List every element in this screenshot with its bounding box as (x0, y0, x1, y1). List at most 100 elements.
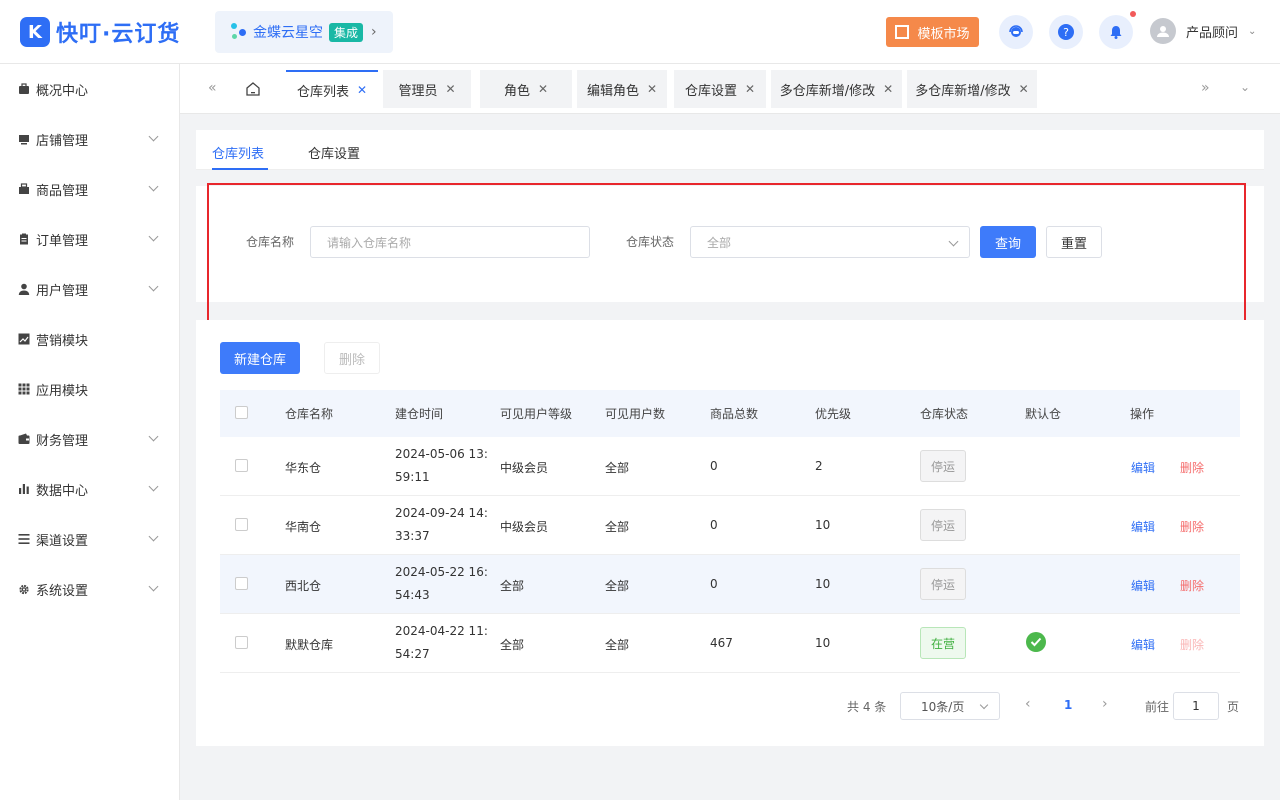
warehouse-status-select[interactable]: 全部 (690, 226, 970, 258)
tab-edit-role[interactable]: 编辑角色 ✕ (577, 70, 667, 108)
cell-priority: 2 (815, 459, 823, 473)
table-row[interactable]: 华南仓 2024-09-24 14: 33:37 中级会员 全部 0 10 停运… (220, 496, 1240, 555)
kingdee-logo-icon (229, 21, 249, 43)
delete-link[interactable]: 删除 (1180, 518, 1204, 535)
sidebar-item-label: 财务管理 (36, 433, 89, 449)
close-icon[interactable]: ✕ (538, 82, 548, 96)
row-checkbox[interactable] (235, 459, 248, 472)
row-checkbox[interactable] (235, 518, 248, 531)
sidebar-item-system[interactable]: 系统设置 (0, 564, 179, 614)
prev-page-icon[interactable]: ‹ (1025, 696, 1031, 712)
cell-created-time: 54:43 (395, 588, 430, 602)
status-select-value: 全部 (707, 235, 732, 250)
sidebar-item-marketing[interactable]: 营销模块 (0, 314, 179, 364)
cell-level: 中级会员 (500, 520, 549, 534)
sidebar-item-apps[interactable]: 应用模块 (0, 364, 179, 414)
new-warehouse-button[interactable]: 新建仓库 (220, 342, 300, 374)
next-page-icon[interactable]: › (1102, 696, 1108, 712)
gear-icon (18, 583, 30, 595)
help-icon[interactable]: ? (1049, 15, 1083, 49)
delete-link[interactable]: 删除 (1180, 459, 1204, 476)
tab-label: 管理员 (398, 83, 438, 99)
tab-label: 编辑角色 (586, 83, 639, 99)
close-icon[interactable]: ✕ (357, 83, 367, 97)
reset-button[interactable]: 重置 (1046, 226, 1102, 258)
delete-link[interactable]: 删除 (1180, 577, 1204, 594)
cell-goods: 0 (710, 577, 718, 591)
edit-link[interactable]: 编辑 (1131, 459, 1155, 476)
status-badge[interactable]: 停运 (920, 568, 966, 600)
col-header-goods: 商品总数 (710, 407, 759, 421)
close-icon[interactable]: ✕ (647, 82, 657, 96)
sidebar-item-data[interactable]: 数据中心 (0, 464, 179, 514)
tab-label: 多仓库新增/修改 (915, 83, 1011, 99)
close-icon[interactable]: ✕ (883, 82, 893, 96)
table-row[interactable]: 默默仓库 2024-04-22 11: 54:27 全部 全部 467 10 在… (220, 614, 1240, 673)
tabs-menu-chevron-down-icon[interactable]: ⌄ (1240, 80, 1250, 94)
template-market-button[interactable]: 模板市场 (886, 17, 979, 47)
row-checkbox[interactable] (235, 636, 248, 649)
col-header-default: 默认仓 (1025, 407, 1062, 421)
briefcase-icon (18, 83, 30, 95)
home-icon[interactable] (244, 80, 262, 98)
status-badge[interactable]: 在营 (920, 627, 966, 659)
tab-warehouse-settings[interactable]: 仓库设置 ✕ (674, 70, 766, 108)
customer-service-icon[interactable] (999, 15, 1033, 49)
user-icon (18, 283, 30, 295)
default-check-icon (1026, 632, 1046, 652)
sidebar-item-label: 用户管理 (36, 283, 89, 299)
warehouse-name-input[interactable]: 请输入仓库名称 (310, 226, 590, 258)
select-all-checkbox[interactable] (235, 406, 248, 419)
sidebar-item-goods[interactable]: 商品管理 (0, 164, 179, 214)
tab-label: 多仓库新增/修改 (779, 83, 876, 99)
chevron-down-icon (148, 281, 159, 292)
chevron-down-icon (148, 231, 159, 242)
sidebar-item-channel[interactable]: 渠道设置 (0, 514, 179, 564)
delete-button[interactable]: 删除 (324, 342, 380, 374)
sidebar-item-label: 店铺管理 (36, 133, 89, 149)
sidebar-item-users[interactable]: 用户管理 (0, 264, 179, 314)
sidebar-item-finance[interactable]: 财务管理 (0, 414, 179, 464)
tab-multi-warehouse-edit[interactable]: 多仓库新增/修改 ✕ (771, 70, 902, 108)
box-icon (18, 183, 30, 195)
brand-logo[interactable]: K 快叮·云订货 (20, 16, 180, 48)
tab-admin[interactable]: 管理员 ✕ (383, 70, 471, 108)
wallet-icon (18, 433, 30, 445)
scroll-left-icon[interactable]: « (208, 80, 217, 96)
kingdee-integration-link[interactable]: 金蝶云星空 集成 › (215, 11, 393, 53)
page-size-select[interactable]: 10条/页 (900, 692, 1000, 720)
close-icon[interactable]: ✕ (445, 82, 455, 96)
edit-link[interactable]: 编辑 (1131, 518, 1155, 535)
sidebar-item-store[interactable]: 店铺管理 (0, 114, 179, 164)
sidebar-item-label: 数据中心 (36, 483, 89, 499)
sidebar-item-orders[interactable]: 订单管理 (0, 214, 179, 264)
edit-link[interactable]: 编辑 (1131, 636, 1155, 653)
row-checkbox[interactable] (235, 577, 248, 590)
query-button[interactable]: 查询 (980, 226, 1036, 258)
tab-label: 仓库设置 (684, 83, 737, 99)
user-name: 产品顾问 (1186, 25, 1239, 41)
tab-multi-warehouse-edit-2[interactable]: 多仓库新增/修改 ✕ (907, 70, 1037, 108)
cell-users: 全部 (605, 638, 630, 652)
page-number-current[interactable]: 1 (1064, 698, 1072, 712)
table-row[interactable]: 西北仓 2024-05-22 16: 54:43 全部 全部 0 10 停运 编… (220, 555, 1240, 614)
goto-page-input[interactable]: 1 (1173, 692, 1219, 720)
table-row[interactable]: 华东仓 2024-05-06 13: 59:11 中级会员 全部 0 2 停运 … (220, 437, 1240, 496)
tab-role[interactable]: 角色 ✕ (480, 70, 572, 108)
user-menu[interactable]: 产品顾问 ⌄ (1150, 18, 1256, 44)
status-badge[interactable]: 停运 (920, 509, 966, 541)
close-icon[interactable]: ✕ (745, 82, 755, 96)
scroll-right-icon[interactable]: » (1201, 80, 1210, 96)
tab-warehouse-list[interactable]: 仓库列表 ✕ (286, 70, 378, 108)
close-icon[interactable]: ✕ (1019, 82, 1029, 96)
status-badge[interactable]: 停运 (920, 450, 966, 482)
col-header-name: 仓库名称 (285, 407, 334, 421)
edit-link[interactable]: 编辑 (1131, 577, 1155, 594)
cell-users: 全部 (605, 579, 630, 593)
cell-name: 华南仓 (285, 520, 322, 534)
sidebar-item-label: 商品管理 (36, 183, 89, 199)
subtab-warehouse-list[interactable]: 仓库列表 (212, 143, 264, 162)
notification-bell-icon[interactable] (1099, 15, 1133, 49)
sidebar-item-overview[interactable]: 概况中心 (0, 64, 179, 114)
subtab-warehouse-settings[interactable]: 仓库设置 (308, 143, 360, 162)
